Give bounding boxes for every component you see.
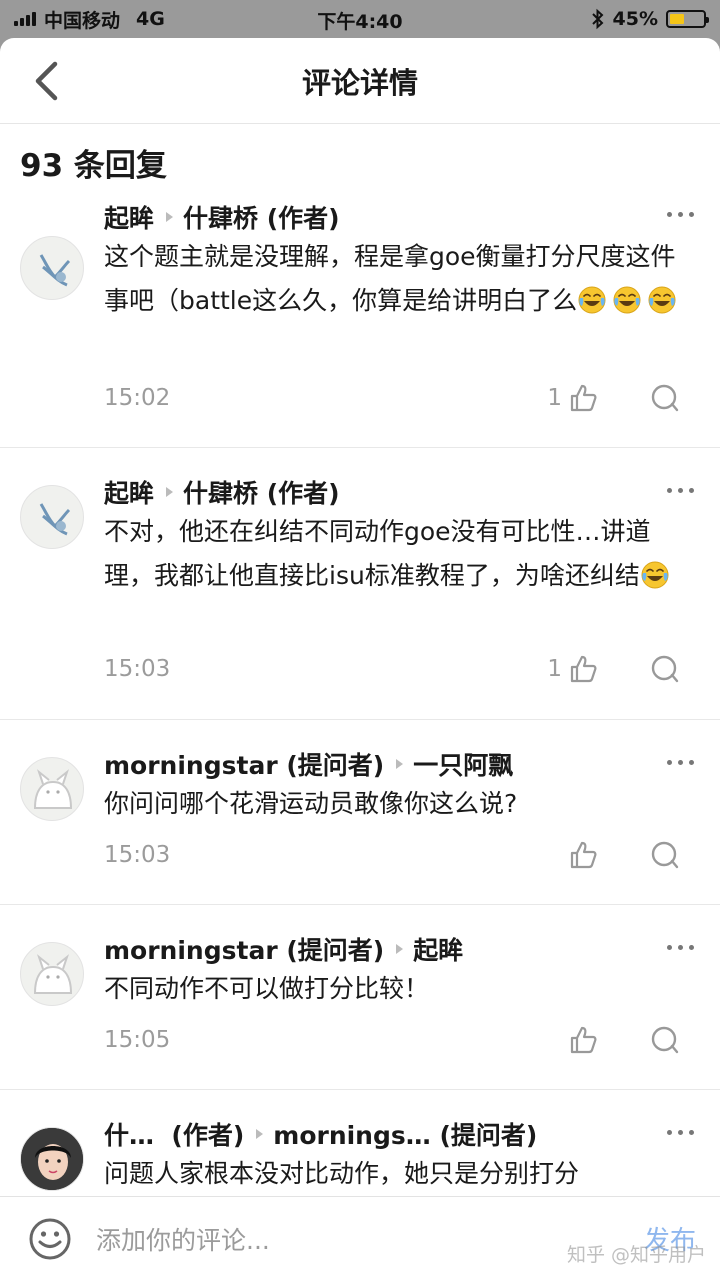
thumbs-up-icon bbox=[570, 384, 597, 412]
laugh-cry-emoji-icon bbox=[640, 561, 675, 590]
comment-detail-sheet: 评论详情 93 条回复 起眸 什肆桥 (作者) 这个题主就是没理解，程是拿goe衡… bbox=[0, 38, 720, 1281]
reply-arrow-icon bbox=[166, 487, 174, 497]
reply-to-name[interactable]: 什肆桥 (作者) bbox=[183, 201, 340, 235]
author-name[interactable]: 什… (作者) bbox=[104, 1116, 244, 1152]
more-options-button[interactable] bbox=[667, 1130, 694, 1135]
comment-item: morningstar (提问者) 起眸 不同动作不可以做打分比较！ 15:05 bbox=[0, 905, 720, 1090]
comment-text: 不同动作不可以做打分比较！ bbox=[104, 974, 430, 1003]
reply-button[interactable] bbox=[650, 840, 680, 870]
more-options-button[interactable] bbox=[667, 212, 694, 217]
comment-text: 这个题主就是没理解，程是拿goe衡量打分尺度这件事吧（battle这么久，你算是… bbox=[104, 235, 692, 323]
comment-item: morningstar (提问者) 一只阿飘 你问问哪个花滑运动员敢像你这么说? … bbox=[0, 720, 720, 905]
author-name[interactable]: morningstar (提问者) bbox=[104, 746, 384, 782]
reply-button[interactable] bbox=[650, 654, 680, 684]
comment-header: 什… (作者) mornings… (提问者) bbox=[104, 1113, 640, 1155]
nav-bar: 评论详情 bbox=[0, 38, 720, 124]
reply-arrow-icon bbox=[396, 944, 404, 954]
reply-button[interactable] bbox=[650, 1025, 680, 1055]
chevron-left-icon bbox=[35, 61, 58, 101]
comment-input-bar: 添加你的评论... 发布 bbox=[0, 1196, 720, 1281]
comment-time: 15:05 bbox=[104, 1027, 171, 1053]
emoji-smile-icon[interactable] bbox=[28, 1217, 72, 1261]
author-name[interactable]: morningstar (提问者) bbox=[104, 931, 384, 967]
thumbs-up-icon bbox=[570, 841, 597, 869]
author-name[interactable]: 起眸 bbox=[104, 474, 154, 510]
comment-item: 起眸 什肆桥 (作者) 这个题主就是没理解，程是拿goe衡量打分尺度这件事吧（ba… bbox=[0, 201, 720, 448]
comment-list: 起眸 什肆桥 (作者) 这个题主就是没理解，程是拿goe衡量打分尺度这件事吧（ba… bbox=[0, 201, 720, 1196]
comment-bubble-icon bbox=[651, 1026, 679, 1054]
comment-time: 15:03 bbox=[104, 842, 171, 868]
comment-text: 问题人家根本没对比动作，她只是分别打分 bbox=[104, 1159, 580, 1188]
avatar[interactable] bbox=[20, 485, 84, 549]
thumbs-up-icon bbox=[570, 655, 597, 683]
laugh-cry-emoji-icon bbox=[577, 286, 682, 315]
comment-header: 起眸 什肆桥 (作者) bbox=[104, 471, 640, 513]
like-count: 1 bbox=[547, 656, 562, 682]
like-button[interactable]: 1 bbox=[547, 383, 598, 413]
comment-text: 不对，他还在纠结不同动作goe没有可比性…讲道理，我都让他直接比isu标准教程了… bbox=[104, 510, 692, 598]
more-options-button[interactable] bbox=[667, 488, 694, 493]
reply-to-name[interactable]: 起眸 bbox=[413, 931, 463, 967]
reply-arrow-icon bbox=[256, 1129, 264, 1139]
more-options-button[interactable] bbox=[667, 945, 694, 950]
comment-time: 15:02 bbox=[104, 385, 171, 411]
like-button[interactable]: 1 bbox=[547, 654, 598, 684]
bluetooth-icon bbox=[591, 8, 603, 30]
like-button[interactable] bbox=[568, 1025, 598, 1055]
back-button[interactable] bbox=[26, 58, 66, 104]
avatar[interactable] bbox=[20, 236, 84, 300]
comment-bubble-icon bbox=[651, 655, 679, 683]
comment-header: 起眸 什肆桥 (作者) bbox=[104, 201, 640, 238]
comment-item: 什… (作者) mornings… (提问者) 问题人家根本没对比动作，她只是分别… bbox=[0, 1090, 720, 1196]
author-name[interactable]: 起眸 bbox=[104, 201, 154, 235]
comment-header: morningstar (提问者) 一只阿飘 bbox=[104, 743, 640, 785]
battery-percent: 45% bbox=[612, 8, 658, 30]
avatar[interactable] bbox=[20, 942, 84, 1006]
comment-item: 起眸 什肆桥 (作者) 不对，他还在纠结不同动作goe没有可比性…讲道理，我都让他… bbox=[0, 448, 720, 720]
reply-to-name[interactable]: mornings… (提问者) bbox=[273, 1116, 537, 1152]
comment-time: 15:03 bbox=[104, 656, 171, 682]
page-title: 评论详情 bbox=[301, 65, 418, 100]
reply-arrow-icon bbox=[166, 212, 174, 222]
signal-icon bbox=[14, 12, 36, 26]
reply-to-name[interactable]: 一只阿飘 bbox=[413, 746, 513, 782]
thumbs-up-icon bbox=[570, 1026, 597, 1054]
reply-count: 93 条回复 bbox=[20, 148, 167, 184]
network: 4G bbox=[136, 8, 165, 30]
battery-icon bbox=[666, 10, 709, 28]
avatar[interactable] bbox=[20, 757, 84, 821]
comment-header: morningstar (提问者) 起眸 bbox=[104, 928, 640, 970]
carrier: 中国移动 bbox=[44, 9, 121, 32]
more-options-button[interactable] bbox=[667, 760, 694, 765]
avatar[interactable] bbox=[20, 1127, 84, 1191]
watermark: 知乎 @知乎用户 bbox=[566, 1244, 706, 1266]
comment-text: 你问问哪个花滑运动员敢像你这么说? bbox=[104, 789, 518, 818]
comment-bubble-icon bbox=[651, 384, 679, 412]
like-count: 1 bbox=[547, 385, 562, 411]
like-button[interactable] bbox=[568, 840, 598, 870]
status-bar: 中国移动 4G 下午4:40 45% bbox=[0, 0, 720, 38]
comment-input[interactable]: 添加你的评论... bbox=[96, 1221, 270, 1257]
comment-bubble-icon bbox=[651, 841, 679, 869]
reply-arrow-icon bbox=[396, 759, 404, 769]
reply-to-name[interactable]: 什肆桥 (作者) bbox=[183, 474, 340, 510]
reply-button[interactable] bbox=[650, 383, 680, 413]
